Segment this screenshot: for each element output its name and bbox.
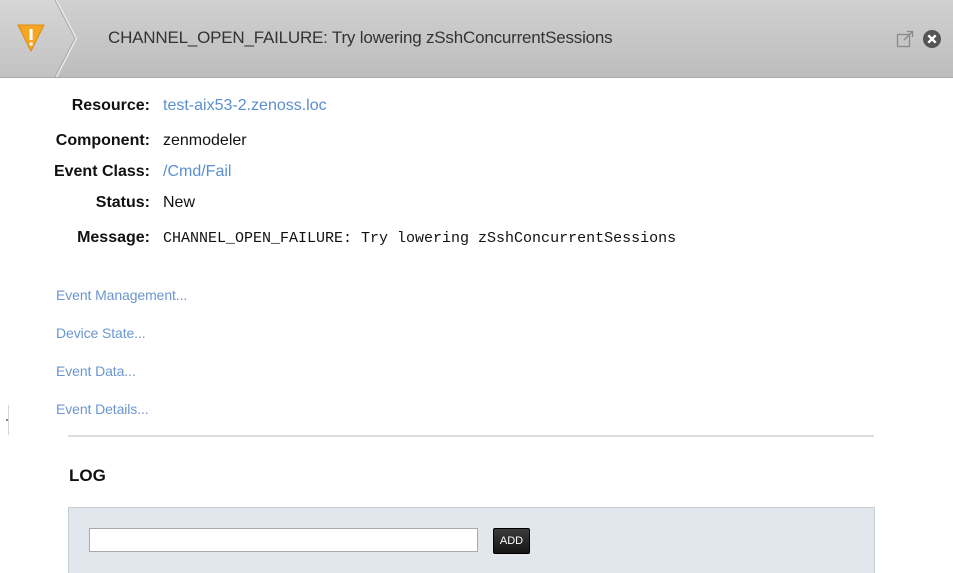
resource-link[interactable]: test-aix53-2.zenoss.loc bbox=[163, 97, 327, 115]
message-label: Message: bbox=[77, 229, 150, 246]
add-log-button[interactable]: ADD bbox=[493, 528, 530, 554]
log-section-title: LOG bbox=[69, 466, 106, 485]
event-data-section-link[interactable]: Event Data... bbox=[56, 363, 136, 379]
panel-collapse-handle[interactable] bbox=[3, 405, 9, 435]
close-icon[interactable] bbox=[922, 29, 942, 49]
event-details-section-link[interactable]: Event Details... bbox=[56, 401, 149, 417]
popout-icon[interactable] bbox=[896, 30, 914, 48]
status-value: New bbox=[163, 194, 196, 211]
log-message-input[interactable] bbox=[89, 528, 478, 552]
message-value: CHANNEL_OPEN_FAILURE: Try lowering zSshC… bbox=[163, 230, 677, 247]
log-entry-panel: ADD bbox=[68, 507, 875, 573]
device-state-section-link[interactable]: Device State... bbox=[56, 325, 146, 341]
event-class-label: Event Class: bbox=[53, 163, 150, 180]
severity-indicator bbox=[0, 0, 78, 77]
event-class-link[interactable]: /Cmd/Fail bbox=[163, 163, 231, 181]
event-summary-title: CHANNEL_OPEN_FAILURE: Try lowering zSshC… bbox=[108, 28, 613, 47]
event-management-section-link[interactable]: Event Management... bbox=[56, 287, 187, 303]
component-value: zenmodeler bbox=[163, 132, 247, 149]
event-detail-header: CHANNEL_OPEN_FAILURE: Try lowering zSshC… bbox=[0, 0, 953, 78]
section-divider bbox=[68, 435, 874, 437]
component-label: Component: bbox=[55, 132, 150, 149]
resource-label: Resource: bbox=[71, 97, 150, 114]
warning-triangle-icon bbox=[0, 0, 78, 77]
status-label: Status: bbox=[95, 194, 150, 211]
